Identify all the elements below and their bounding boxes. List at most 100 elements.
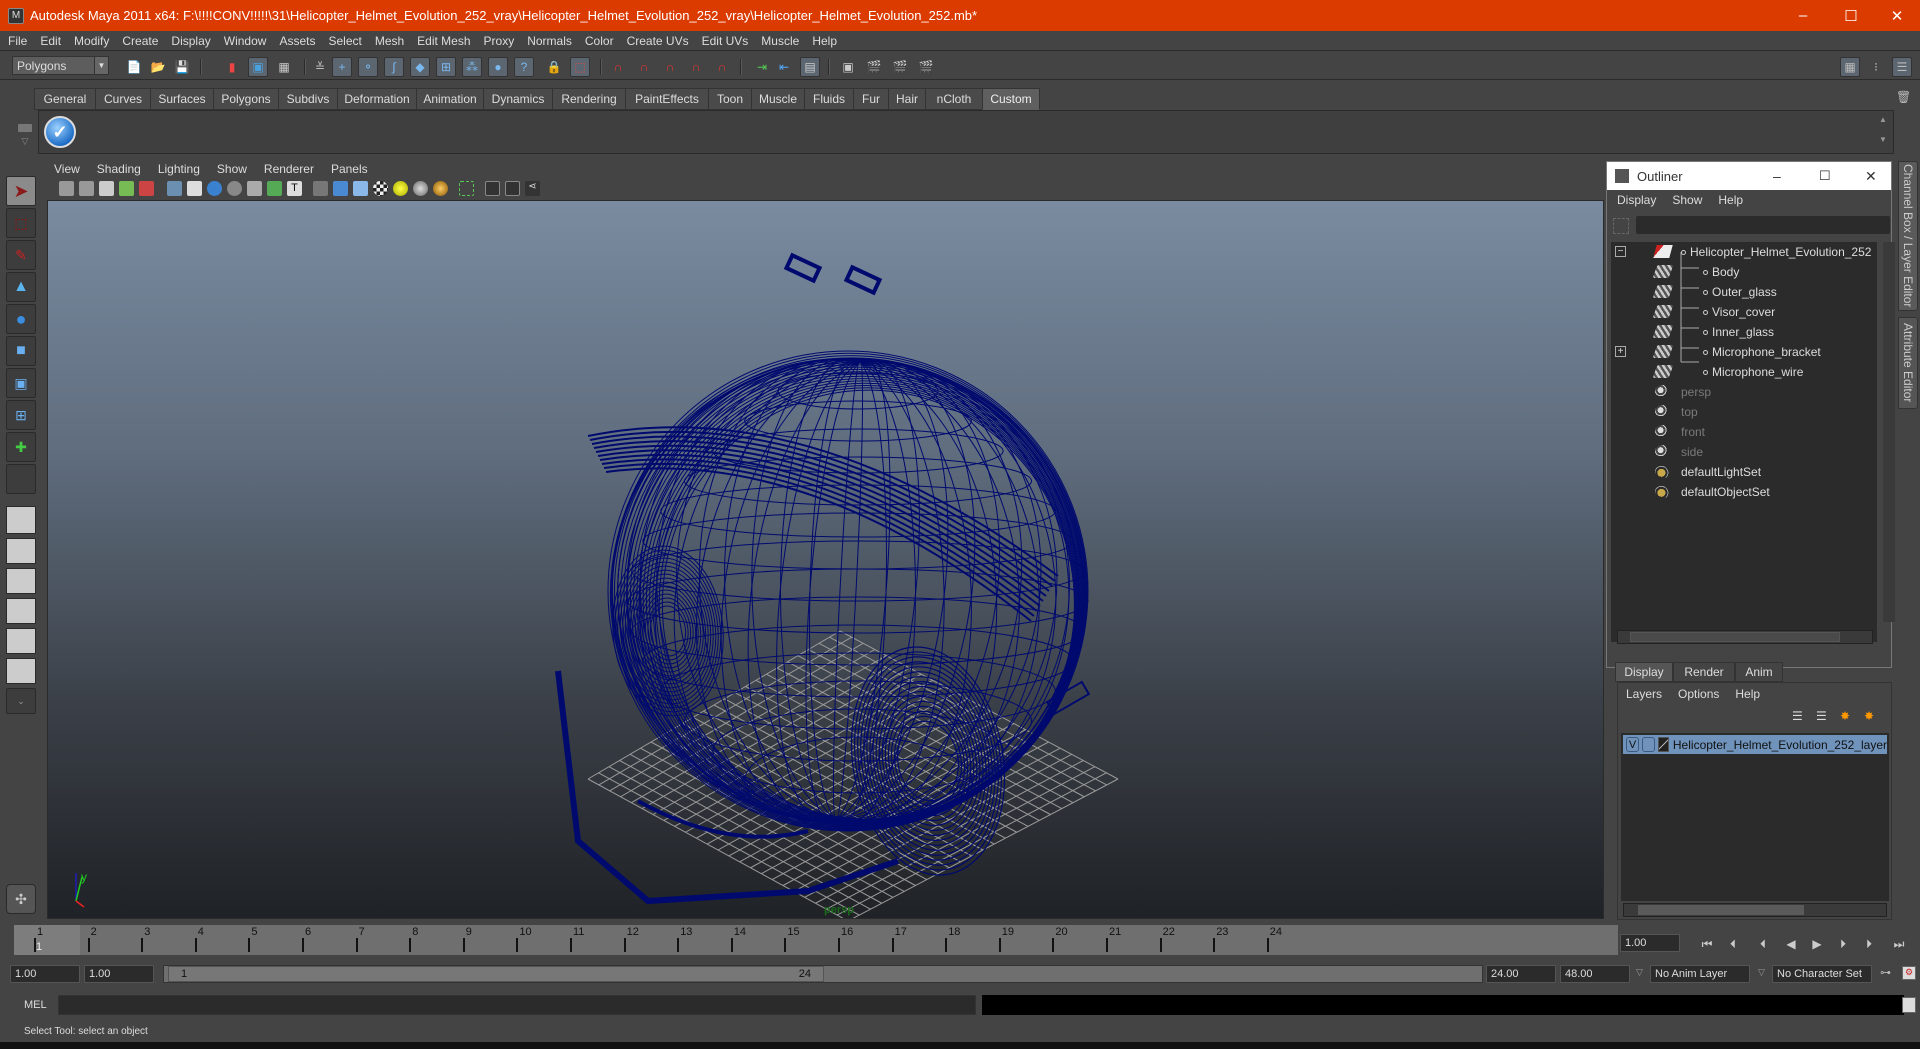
show-manipulator-icon[interactable]: ✚: [6, 432, 36, 462]
outliner-minimize-button[interactable]: –: [1773, 168, 1781, 184]
select-tool-icon[interactable]: ➤: [6, 176, 36, 206]
isolate-select-icon[interactable]: [459, 181, 474, 196]
shelf-tab-polygons[interactable]: Polygons: [213, 88, 279, 110]
step-forward-key-button[interactable]: ⏵: [1860, 936, 1878, 952]
layer-color-swatch[interactable]: [1658, 737, 1669, 752]
render-settings-icon[interactable]: 🎬: [916, 57, 936, 77]
layer-tab-render[interactable]: Render: [1673, 662, 1735, 682]
scrollbar-thumb[interactable]: [1638, 905, 1804, 915]
gate-mask-icon[interactable]: [227, 181, 242, 196]
viewport-menu-shading[interactable]: Shading: [97, 162, 141, 176]
menu-file[interactable]: File: [8, 34, 27, 48]
render-view-icon[interactable]: ▣: [838, 57, 858, 77]
collapse-toggle-icon[interactable]: −: [1615, 246, 1626, 257]
close-button[interactable]: ✕: [1874, 0, 1920, 31]
play-backward-button[interactable]: ◀: [1782, 936, 1800, 952]
viewport-menu-view[interactable]: View: [54, 162, 80, 176]
layer-tab-display[interactable]: Display: [1615, 662, 1673, 682]
end-time-field[interactable]: 48.00: [1560, 965, 1630, 983]
menu-set-dropdown[interactable]: Polygons ▼: [12, 56, 109, 75]
select-joints-icon[interactable]: ⚬: [358, 57, 378, 77]
outliner-close-button[interactable]: ✕: [1865, 168, 1877, 185]
select-curves-icon[interactable]: ∫: [384, 57, 404, 77]
share-icon[interactable]: ⋖: [525, 181, 540, 196]
create-empty-layer-icon[interactable]: ✸: [1840, 709, 1856, 723]
shelf-tab-curves[interactable]: Curves: [95, 88, 151, 110]
high-quality-rendering-icon[interactable]: [433, 181, 448, 196]
go-to-end-button[interactable]: ⏭: [1890, 936, 1908, 952]
shelf-tab-fluids[interactable]: Fluids: [804, 88, 854, 110]
playback-end-field[interactable]: 24.00: [1486, 965, 1556, 983]
range-slider-handle[interactable]: 1 24: [168, 966, 824, 982]
single-pane-layout-icon[interactable]: [6, 506, 36, 534]
menu-display[interactable]: Display: [171, 34, 210, 48]
shelf-tab-dynamics[interactable]: Dynamics: [483, 88, 553, 110]
select-deformations-icon[interactable]: ⊞: [436, 57, 456, 77]
time-slider[interactable]: 1 1 2 3 4 5 6 7 8 9 10 11 12 13 14 15 16 17 18 19 20 21 22 23 2…: [14, 925, 1618, 955]
current-time-field[interactable]: 1.00: [1620, 934, 1680, 952]
maya-logo-icon[interactable]: ✣: [6, 884, 36, 914]
select-dynamics-icon[interactable]: ⁂: [462, 57, 482, 77]
channel-box-layer-editor-tab[interactable]: Channel Box / Layer Editor: [1898, 161, 1918, 311]
xray-joints-icon[interactable]: [505, 181, 520, 196]
character-set-chevron-icon[interactable]: ▽: [1758, 967, 1765, 978]
attribute-editor-tab[interactable]: Attribute Editor: [1898, 317, 1918, 409]
menu-create-uvs[interactable]: Create UVs: [627, 34, 689, 48]
paint-select-tool-icon[interactable]: ✎: [6, 240, 36, 270]
move-layer-up-icon[interactable]: ☰: [1792, 709, 1808, 723]
menu-help[interactable]: Help: [812, 34, 837, 48]
menu-select[interactable]: Select: [328, 34, 361, 48]
menu-proxy[interactable]: Proxy: [484, 34, 515, 48]
select-by-component-icon[interactable]: ▦: [274, 57, 294, 77]
select-camera-icon[interactable]: [59, 181, 74, 196]
highlight-selection-icon[interactable]: ⬚: [570, 57, 590, 77]
tool-settings-toggle-icon[interactable]: ⁝: [1866, 57, 1886, 77]
outliner-horizontal-scrollbar[interactable]: [1617, 630, 1873, 644]
layer-visibility-toggle[interactable]: V: [1626, 737, 1640, 752]
shelf-tab-deformation[interactable]: Deformation: [337, 88, 417, 110]
shelf-tab-custom[interactable]: Custom: [982, 88, 1040, 110]
start-time-field[interactable]: 1.00: [10, 965, 80, 983]
range-slider[interactable]: 1 24: [163, 965, 1483, 983]
last-tool-slot[interactable]: [6, 464, 36, 494]
image-plane-icon[interactable]: [119, 181, 134, 196]
persp-graph-layout-icon[interactable]: [6, 598, 36, 624]
bookmarks-icon[interactable]: [99, 181, 114, 196]
viewport-menu-lighting[interactable]: Lighting: [158, 162, 200, 176]
menu-mesh[interactable]: Mesh: [375, 34, 404, 48]
current-frame-marker[interactable]: 1: [14, 925, 80, 955]
shelf-tab-fur[interactable]: Fur: [853, 88, 889, 110]
outliner-item[interactable]: Microphone_wire: [1703, 362, 1803, 382]
shelf-tab-hair[interactable]: Hair: [888, 88, 926, 110]
lock-selection-icon[interactable]: 🔒: [544, 57, 564, 77]
safe-title-icon[interactable]: T: [287, 181, 302, 196]
outliner-maximize-button[interactable]: ☐: [1819, 168, 1831, 184]
save-scene-icon[interactable]: 💾: [172, 57, 192, 77]
outliner-item[interactable]: persp: [1681, 382, 1711, 402]
viewport-menu-show[interactable]: Show: [217, 162, 247, 176]
safe-action-icon[interactable]: [267, 181, 282, 196]
outliner-menu-show[interactable]: Show: [1672, 193, 1702, 207]
outliner-item[interactable]: Inner_glass: [1703, 322, 1774, 342]
film-gate-icon[interactable]: [187, 181, 202, 196]
outliner-item[interactable]: Microphone_bracket: [1703, 342, 1821, 362]
outliner-vertical-scrollbar[interactable]: [1883, 242, 1895, 622]
outliner-menu-display[interactable]: Display: [1617, 193, 1656, 207]
menu-edit[interactable]: Edit: [40, 34, 61, 48]
step-back-key-button[interactable]: ⏴: [1724, 936, 1742, 952]
snap-to-curves-icon[interactable]: ∩: [634, 57, 654, 77]
shelf-scroll-up-icon[interactable]: ▲: [1879, 115, 1889, 127]
universal-manipulator-icon[interactable]: ▣: [6, 368, 36, 398]
anim-layer-dropdown[interactable]: No Anim Layer: [1650, 965, 1750, 983]
wireframe-on-shaded-icon[interactable]: [353, 181, 368, 196]
layer-menu-help[interactable]: Help: [1735, 687, 1760, 701]
checkmark-icon[interactable]: ✓: [44, 116, 76, 148]
shelf-tab-menu-icon[interactable]: [18, 124, 32, 132]
output-operations-icon[interactable]: ⇤: [774, 57, 794, 77]
hypershade-persp-layout-icon[interactable]: [6, 628, 36, 654]
shelf-tab-animation[interactable]: Animation: [416, 88, 484, 110]
grid-toggle-icon[interactable]: [167, 181, 182, 196]
input-operations-icon[interactable]: ⇥: [752, 57, 772, 77]
shelf-tab-subdivs[interactable]: Subdivs: [278, 88, 338, 110]
soft-modification-icon[interactable]: ⊞: [6, 400, 36, 430]
